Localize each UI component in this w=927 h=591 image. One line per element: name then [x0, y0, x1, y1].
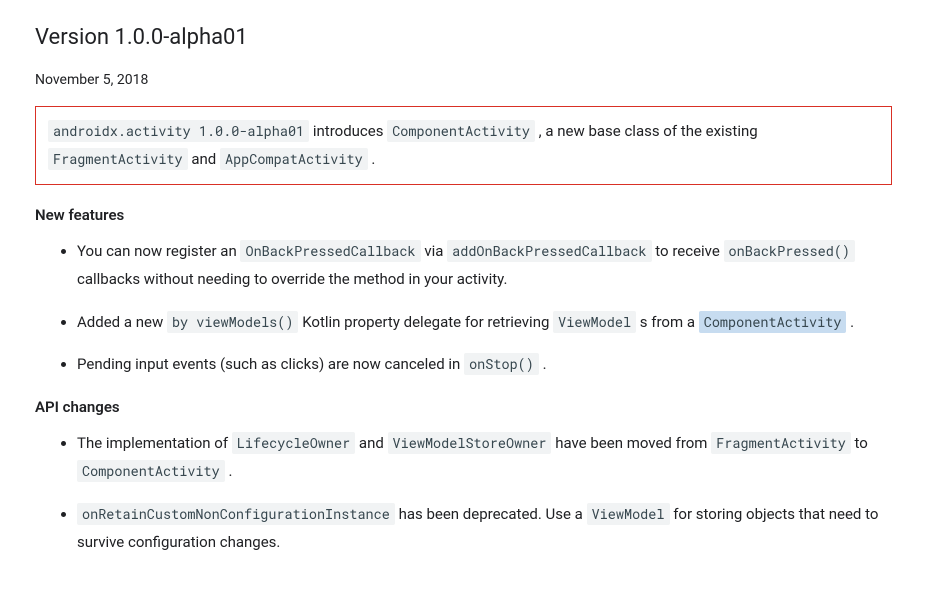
code-class: LifecycleOwner: [232, 432, 355, 454]
code-class-highlighted: ComponentActivity: [699, 311, 847, 333]
code-method: addOnBackPressedCallback: [447, 240, 651, 262]
item-text: via: [421, 242, 448, 260]
item-text: to: [851, 434, 868, 452]
code-delegate: by viewModels(): [167, 311, 299, 333]
list-item: You can now register an OnBackPressedCal…: [77, 237, 892, 294]
item-text: callbacks without needing to override th…: [77, 270, 507, 288]
item-text: has been deprecated. Use a: [395, 505, 587, 523]
intro-text: .: [368, 150, 376, 168]
code-class: AppCompatActivity: [220, 148, 368, 170]
intro-text: , a new base class of the existing: [535, 122, 758, 140]
list-item: onRetainCustomNonConfigurationInstance h…: [77, 500, 892, 557]
intro-text: introduces: [309, 122, 387, 140]
item-text: and: [355, 434, 387, 452]
new-features-list: You can now register an OnBackPressedCal…: [35, 237, 892, 379]
item-text: .: [846, 313, 854, 331]
intro-box: androidx.activity 1.0.0-alpha01 introduc…: [35, 106, 892, 185]
code-class: FragmentActivity: [711, 432, 851, 454]
code-artifact: androidx.activity 1.0.0-alpha01: [48, 120, 309, 142]
code-class: ComponentActivity: [387, 120, 535, 142]
item-text: The implementation of: [77, 434, 232, 452]
list-item: Pending input events (such as clicks) ar…: [77, 350, 892, 379]
list-item: Added a new by viewModels() Kotlin prope…: [77, 308, 892, 337]
release-date: November 5, 2018: [35, 69, 892, 91]
item-text: .: [539, 355, 547, 373]
code-class: ViewModelStoreOwner: [388, 432, 552, 454]
code-class: ViewModel: [587, 503, 670, 525]
code-class: FragmentActivity: [48, 148, 188, 170]
item-text: Kotlin property delegate for retrieving: [298, 313, 553, 331]
code-method: onBackPressed(): [724, 240, 856, 262]
item-text: have been moved from: [551, 434, 711, 452]
item-text: Added a new: [77, 313, 167, 331]
code-method: onRetainCustomNonConfigurationInstance: [77, 503, 395, 525]
section-new-features: New features: [35, 203, 892, 227]
item-text: Pending input events (such as clicks) ar…: [77, 355, 464, 373]
item-text: to receive: [652, 242, 724, 260]
section-api-changes: API changes: [35, 395, 892, 419]
code-method: onStop(): [464, 353, 539, 375]
item-text: .: [225, 462, 233, 480]
item-text: You can now register an: [77, 242, 240, 260]
intro-text: and: [188, 150, 220, 168]
code-class: OnBackPressedCallback: [240, 240, 420, 262]
list-item: The implementation of LifecycleOwner and…: [77, 429, 892, 486]
item-text: s from a: [636, 313, 699, 331]
code-class: ComponentActivity: [77, 460, 225, 482]
version-heading: Version 1.0.0-alpha01: [35, 20, 892, 55]
api-changes-list: The implementation of LifecycleOwner and…: [35, 429, 892, 557]
code-class: ViewModel: [553, 311, 636, 333]
